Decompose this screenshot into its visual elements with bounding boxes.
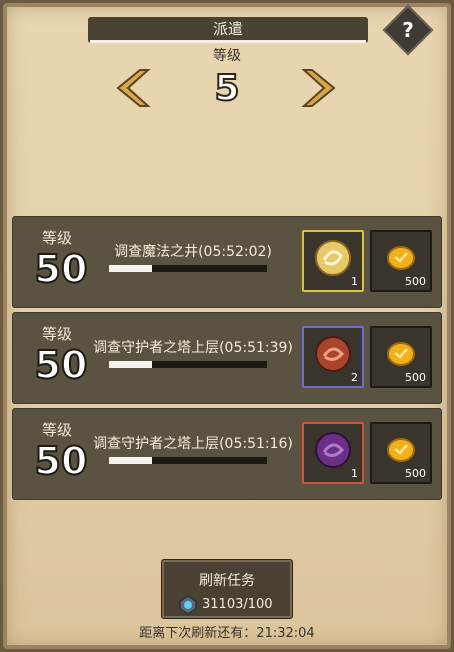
reward-gold-count: 500 [405, 371, 426, 384]
mission-row[interactable]: 等级 50 调查魔法之井(05:52:02) 1 500 [12, 216, 442, 308]
previous-level-arrow-icon[interactable] [110, 66, 154, 110]
reward-item-slot[interactable]: 1 [302, 422, 364, 484]
purple-emblem-coin-icon [315, 432, 351, 468]
mission-progress-fill [109, 457, 152, 464]
gold-scroll-coin-icon [315, 240, 351, 276]
reward-item-count: 1 [351, 467, 358, 480]
mission-progress-fill [109, 361, 152, 368]
refresh-button-label: 刷新任务 [199, 573, 255, 589]
reward-item-slot[interactable]: 2 [302, 326, 364, 388]
blue-gem-icon [179, 595, 197, 615]
refresh-cost: 31103/100 [202, 597, 273, 612]
reward-gold-count: 500 [405, 275, 426, 288]
reward-gold-slot[interactable]: 500 [370, 326, 432, 388]
mission-level-label: 等级 [41, 421, 72, 439]
mission-progress-bar [109, 265, 267, 272]
mission-quest-name: 调查魔法之井(05:52:02) [114, 244, 272, 260]
reward-item-slot[interactable]: 1 [302, 230, 364, 292]
reward-gold-slot[interactable]: 500 [370, 230, 432, 292]
mission-quest-name: 调查守护者之塔上层(05:51:39) [93, 340, 293, 356]
gold-coin-icon [387, 438, 415, 462]
reward-item-count: 1 [351, 275, 358, 288]
mission-progress-bar [109, 457, 267, 464]
mission-level-label: 等级 [41, 325, 72, 343]
mission-progress-bar [109, 361, 267, 368]
panel-title: 派遣 [88, 17, 368, 43]
red-emblem-coin-icon [315, 336, 351, 372]
gold-coin-icon [387, 246, 415, 270]
reward-item-count: 2 [351, 371, 358, 384]
next-level-arrow-icon[interactable] [298, 66, 342, 110]
reward-gold-count: 500 [405, 467, 426, 480]
level-label: 等级 [213, 48, 241, 64]
gold-coin-icon [387, 342, 415, 366]
mission-row[interactable]: 等级 50 调查守护者之塔上层(05:51:39) 2 500 [12, 312, 442, 404]
help-icon[interactable]: ? [390, 12, 426, 48]
refresh-missions-button[interactable]: 刷新任务 31103/100 [162, 560, 292, 618]
level-value: 5 [213, 67, 240, 110]
mission-quest-name: 调查守护者之塔上层(05:51:16) [93, 436, 293, 452]
refresh-countdown: 距离下次刷新还有：21:32:04 [139, 626, 315, 641]
mission-row[interactable]: 等级 50 调查守护者之塔上层(05:51:16) 1 500 [12, 408, 442, 500]
mission-level-label: 等级 [41, 229, 72, 247]
mission-progress-fill [109, 265, 152, 272]
reward-gold-slot[interactable]: 500 [370, 422, 432, 484]
